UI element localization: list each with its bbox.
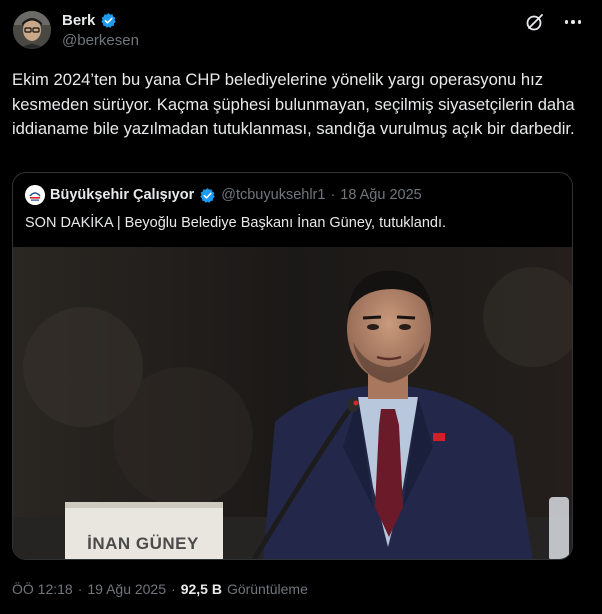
quote-display-name[interactable]: Büyükşehir Çalışıyor (50, 187, 194, 203)
author-avatar[interactable] (13, 11, 51, 49)
grok-icon[interactable] (525, 12, 545, 32)
tweet-text: Ekim 2024’ten bu yana CHP belediyelerine… (12, 70, 575, 138)
meta-separator-2: · (171, 581, 176, 597)
nameplate-text: İNAN GÜNEY (87, 534, 199, 553)
post-date[interactable]: 19 Ağu 2025 (87, 581, 166, 597)
quote-avatar[interactable] (25, 185, 45, 205)
author-handle[interactable]: @berkesen (62, 32, 139, 49)
quote-separator: · (330, 187, 336, 203)
quote-header: Büyükşehir Çalışıyor @tcbuyuksehlr1 · 18… (25, 185, 422, 205)
views-count: 92,5 B (180, 581, 222, 597)
quote-date[interactable]: 18 Ağu 2025 (340, 187, 421, 203)
verified-badge-icon (100, 12, 117, 29)
post-time[interactable]: ÖÖ 12:18 (12, 581, 73, 597)
more-options-icon[interactable] (557, 12, 589, 32)
author-display-name[interactable]: Berk (62, 12, 95, 29)
views-label: Görüntüleme (226, 581, 308, 597)
quoted-tweet[interactable]: Büyükşehir Çalışıyor @tcbuyuksehlr1 · 18… (12, 172, 573, 560)
quote-verified-badge-icon (199, 187, 216, 204)
quote-media-photo[interactable]: İNAN GÜNEY (13, 247, 572, 559)
quote-text: SON DAKİKA | Beyoğlu Belediye Başkanı İn… (25, 215, 447, 231)
meta-separator: · (77, 581, 83, 597)
author-block: Berk @berkesen (62, 12, 139, 49)
tweet-meta: ÖÖ 12:18 · 19 Ağu 2025 · 92,5 B Görüntül… (12, 581, 308, 597)
quote-handle[interactable]: @tcbuyuksehlr1 (221, 187, 325, 203)
